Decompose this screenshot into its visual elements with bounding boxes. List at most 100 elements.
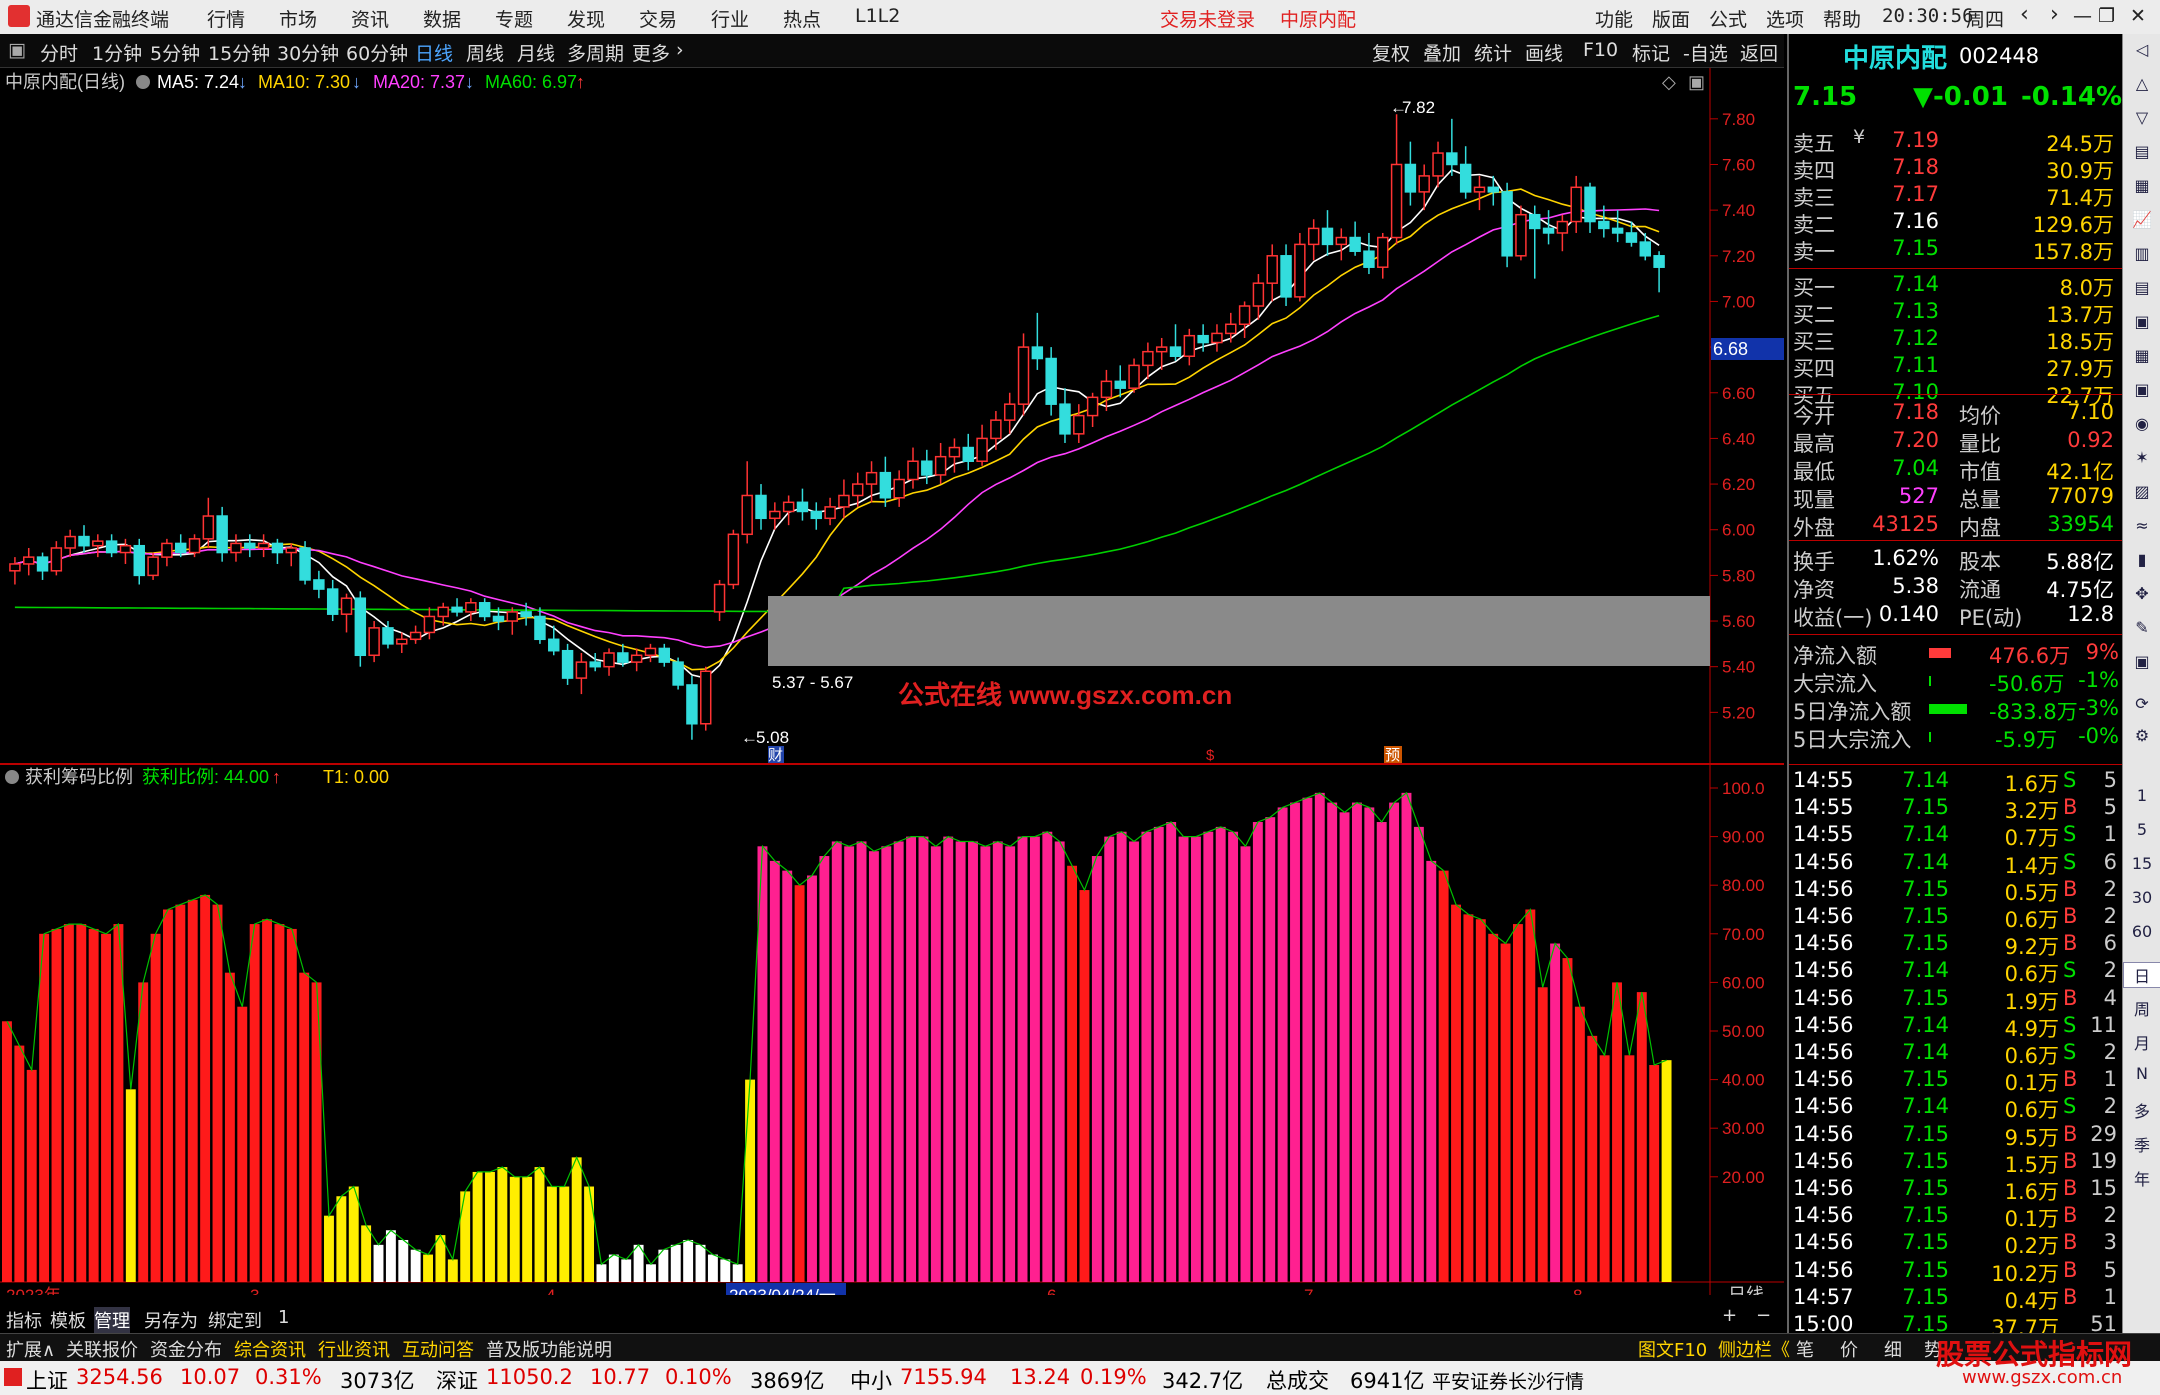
- btab-related[interactable]: 关联报价: [66, 1336, 138, 1362]
- restore-icon[interactable]: ❐: [2098, 5, 2115, 27]
- zoom-in-icon[interactable]: +: [1722, 1305, 1737, 1326]
- rp-month[interactable]: 月: [2123, 1030, 2160, 1054]
- candle[interactable]: [990, 419, 1002, 440]
- candle[interactable]: [492, 615, 505, 622]
- candle[interactable]: [1570, 186, 1582, 223]
- candle[interactable]: [672, 661, 684, 686]
- tool-refresh-icon[interactable]: ⟳: [2123, 694, 2160, 713]
- candle[interactable]: [409, 631, 422, 641]
- rp-15[interactable]: 15: [2123, 854, 2160, 873]
- tab-moban[interactable]: 模板: [50, 1307, 86, 1333]
- candle[interactable]: [326, 588, 339, 615]
- menu-faxian[interactable]: 发现: [567, 5, 605, 32]
- candle[interactable]: [907, 460, 919, 481]
- tool-chart-icon[interactable]: ▨: [2123, 482, 2160, 501]
- candle[interactable]: [1335, 236, 1348, 246]
- btn-tongji[interactable]: 统计: [1474, 39, 1512, 66]
- tab-number[interactable]: 1: [278, 1307, 289, 1328]
- tool-kline-icon[interactable]: ▥: [2123, 244, 2160, 263]
- candle[interactable]: [548, 638, 560, 652]
- tool-table-icon[interactable]: ▦: [2123, 346, 2160, 365]
- candle[interactable]: [230, 542, 242, 554]
- candle[interactable]: [244, 542, 256, 549]
- candle[interactable]: [865, 471, 878, 485]
- candle[interactable]: [161, 542, 173, 558]
- candle[interactable]: [934, 455, 947, 476]
- candle[interactable]: [810, 510, 822, 520]
- candle[interactable]: [589, 661, 601, 668]
- candle[interactable]: [1197, 334, 1209, 344]
- candle[interactable]: [257, 542, 270, 549]
- period-multi[interactable]: 多周期: [567, 39, 624, 66]
- candle[interactable]: [1363, 250, 1375, 268]
- menu-hangye[interactable]: 行业: [711, 5, 749, 32]
- menu-shichang[interactable]: 市场: [279, 5, 317, 32]
- menu-zixun[interactable]: 资讯: [351, 5, 389, 32]
- candle[interactable]: [216, 515, 228, 554]
- tool-star-icon[interactable]: ✶: [2123, 448, 2160, 467]
- candle[interactable]: [147, 556, 159, 577]
- candle[interactable]: [174, 542, 187, 554]
- candle[interactable]: [1045, 357, 1057, 405]
- zx-name[interactable]: 中小: [850, 1365, 892, 1395]
- candle[interactable]: [852, 483, 864, 497]
- rp-year[interactable]: 年: [2123, 1166, 2160, 1190]
- candle[interactable]: [1598, 220, 1610, 230]
- btab-f10[interactable]: 图文F10: [1638, 1336, 1707, 1362]
- candle[interactable]: [1556, 220, 1569, 234]
- back-icon[interactable]: ‹: [2020, 2, 2029, 27]
- marker-yu[interactable]: 预: [1385, 747, 1400, 764]
- qtab-jia[interactable]: 价: [1840, 1336, 1858, 1362]
- candle[interactable]: [1418, 175, 1430, 193]
- candle[interactable]: [1155, 346, 1168, 353]
- candle[interactable]: [285, 547, 297, 554]
- btn-biaoji[interactable]: 标记: [1632, 39, 1670, 66]
- candle[interactable]: [603, 652, 615, 668]
- candle[interactable]: [451, 606, 463, 613]
- tool-line-icon[interactable]: 📈: [2123, 210, 2160, 229]
- candle[interactable]: [1211, 332, 1223, 344]
- btab-industry[interactable]: 行业资讯: [318, 1336, 390, 1362]
- tab-bangding[interactable]: 绑定到: [208, 1307, 262, 1333]
- candle[interactable]: [1611, 227, 1624, 234]
- candle[interactable]: [1280, 255, 1292, 298]
- candle[interactable]: [1238, 305, 1251, 326]
- candle[interactable]: [1225, 323, 1237, 335]
- candle[interactable]: [630, 654, 643, 663]
- period-5min[interactable]: 5分钟: [150, 39, 200, 66]
- candle[interactable]: [313, 579, 325, 590]
- candle[interactable]: [1349, 236, 1361, 252]
- candle[interactable]: [1446, 152, 1458, 166]
- candle[interactable]: [133, 544, 145, 577]
- tool-grid-icon[interactable]: ▦: [2123, 176, 2160, 195]
- marker-dollar[interactable]: $: [1206, 747, 1215, 764]
- login-status[interactable]: 交易未登录: [1160, 5, 1255, 32]
- candle[interactable]: [1266, 255, 1278, 284]
- candle[interactable]: [520, 611, 532, 618]
- sh-name[interactable]: 上证: [26, 1365, 68, 1395]
- candle[interactable]: [354, 597, 367, 657]
- candle[interactable]: [1377, 236, 1389, 268]
- tool-list-icon[interactable]: ▤: [2123, 142, 2160, 161]
- sz-name[interactable]: 深证: [436, 1365, 478, 1395]
- tool-rsi-icon[interactable]: ≈: [2123, 516, 2160, 535]
- candle[interactable]: [506, 611, 519, 622]
- tool-fin-icon[interactable]: ▣: [2123, 312, 2160, 331]
- candle[interactable]: [921, 460, 933, 476]
- period-daily[interactable]: 日线: [415, 39, 453, 66]
- candle[interactable]: [437, 606, 449, 618]
- candle[interactable]: [1653, 255, 1665, 268]
- candle[interactable]: [1073, 414, 1085, 435]
- candle[interactable]: [1390, 163, 1403, 239]
- candle[interactable]: [893, 478, 905, 499]
- period-fenshi[interactable]: 分时: [40, 39, 78, 66]
- period-more[interactable]: 更多: [632, 39, 670, 66]
- candle[interactable]: [50, 547, 63, 572]
- menu-zhuanti[interactable]: 专题: [495, 5, 533, 32]
- candle[interactable]: [838, 494, 850, 508]
- candle[interactable]: [644, 647, 657, 657]
- candle[interactable]: [658, 647, 671, 663]
- candle[interactable]: [478, 602, 491, 618]
- candle[interactable]: [782, 501, 795, 513]
- candle[interactable]: [1059, 403, 1071, 435]
